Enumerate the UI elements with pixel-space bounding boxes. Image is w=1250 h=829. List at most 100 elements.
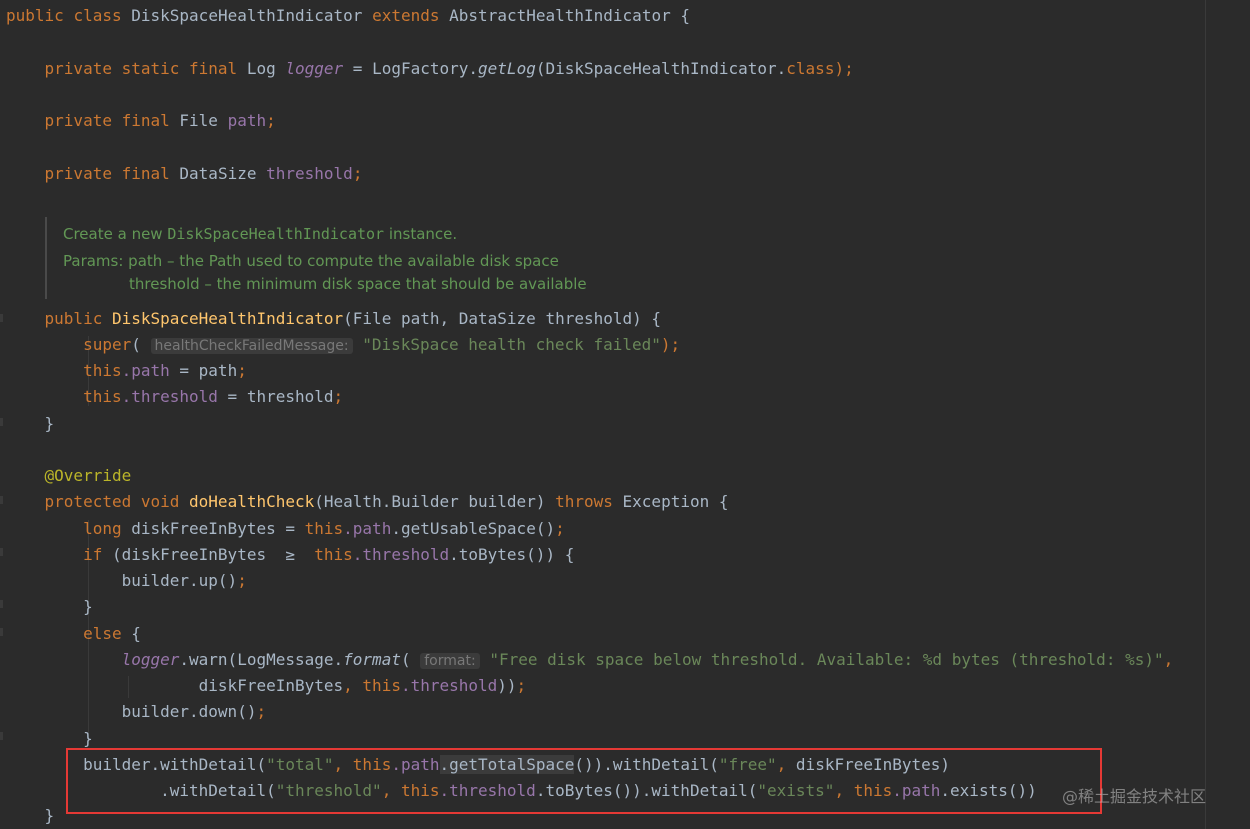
keyword: this xyxy=(304,519,344,538)
punctuation: ; xyxy=(352,164,363,183)
code-text: (diskFreeInBytes ≥ xyxy=(102,545,315,564)
code-line[interactable]: if (diskFreeInBytes ≥ this.threshold.toB… xyxy=(6,545,574,565)
constructor-name: DiskSpaceHealthIndicator xyxy=(111,309,344,328)
javadoc-line: Params: path – the Path used to compute … xyxy=(63,252,559,270)
parent-class: AbstractHealthIndicator { xyxy=(449,6,690,25)
fold-marker[interactable] xyxy=(0,496,3,504)
code-text: .getUsableSpace() xyxy=(391,519,556,538)
code-line[interactable]: this.path = path; xyxy=(6,361,247,381)
brace: } xyxy=(44,414,55,433)
annotation: @Override xyxy=(44,466,132,485)
code-line[interactable]: this.threshold = threshold; xyxy=(6,387,343,407)
field-name: threshold xyxy=(266,164,353,183)
code-line[interactable]: } xyxy=(6,414,55,434)
code-line[interactable]: } xyxy=(6,806,55,826)
javadoc-code: DiskSpaceHealthIndicator xyxy=(167,225,385,243)
code-line[interactable]: private final File path; xyxy=(6,111,276,131)
method-call: format xyxy=(343,650,401,669)
punctuation: , xyxy=(1163,650,1174,669)
keyword: long xyxy=(83,519,122,538)
code-line[interactable]: public class DiskSpaceHealthIndicator ex… xyxy=(6,6,690,26)
code-text: (File path, DataSize threshold) { xyxy=(343,309,662,328)
code-text: (DiskSpaceHealthIndicator. xyxy=(535,59,787,78)
parameter-hint: format: xyxy=(420,653,480,669)
punctuation: ; xyxy=(555,519,565,538)
fold-marker[interactable] xyxy=(0,732,3,740)
keyword: class xyxy=(73,6,122,25)
punctuation: ; xyxy=(237,361,247,380)
code-line[interactable]: } xyxy=(6,597,93,617)
brace: } xyxy=(44,806,55,825)
javadoc-text: Create a new xyxy=(63,225,168,243)
field-name: path xyxy=(227,111,267,130)
string-literal: "Free disk space below threshold. Availa… xyxy=(489,650,1164,669)
code-line[interactable]: long diskFreeInBytes = this.path.getUsab… xyxy=(6,519,565,539)
code-line[interactable]: private final DataSize threshold; xyxy=(6,164,363,184)
code-text: diskFreeInBytes xyxy=(198,676,344,695)
code-line[interactable]: @Override xyxy=(6,466,132,486)
code-editor[interactable]: public class DiskSpaceHealthIndicator ex… xyxy=(0,0,1250,829)
punctuation: ; xyxy=(256,702,267,721)
fold-marker[interactable] xyxy=(0,418,3,426)
code-text: diskFreeInBytes = xyxy=(121,519,305,538)
code-text: (Health.Builder builder) xyxy=(314,492,546,511)
keyword: if xyxy=(83,545,103,564)
punctuation: ; xyxy=(333,387,344,406)
code-text: )) xyxy=(497,676,517,695)
field-ref: .threshold xyxy=(400,676,498,695)
fold-marker[interactable] xyxy=(0,628,3,636)
code-line[interactable]: super( healthCheckFailedMessage: "DiskSp… xyxy=(6,335,680,355)
code-text: .toBytes()) { xyxy=(449,545,575,564)
code-text: = path xyxy=(169,361,238,380)
code-line[interactable]: diskFreeInBytes, this.threshold)); xyxy=(6,676,527,696)
keyword: this xyxy=(362,676,401,695)
modifiers: private final xyxy=(44,111,170,130)
keyword: this xyxy=(83,387,122,406)
field-ref: .path xyxy=(343,519,392,538)
field-ref: .threshold xyxy=(121,387,218,406)
code-line[interactable]: private static final Log logger = LogFac… xyxy=(6,59,854,79)
brace: } xyxy=(83,729,93,748)
right-margin-guide xyxy=(1205,0,1206,829)
parameter-hint: healthCheckFailedMessage: xyxy=(150,338,353,354)
keyword: class xyxy=(786,59,835,78)
field-name: logger xyxy=(285,59,344,78)
code-line[interactable]: builder.down(); xyxy=(6,702,267,722)
code-line[interactable]: } xyxy=(6,729,93,749)
modifiers: protected void xyxy=(44,492,180,511)
punctuation: ); xyxy=(834,59,854,78)
brace: { xyxy=(121,624,141,643)
brace: } xyxy=(83,597,93,616)
code-line[interactable]: logger.warn(LogMessage.format( format: "… xyxy=(6,650,1173,670)
javadoc-line: Create a new DiskSpaceHealthIndicator in… xyxy=(63,224,457,244)
code-line[interactable]: public DiskSpaceHealthIndicator(File pat… xyxy=(6,309,662,329)
keyword: extends xyxy=(372,6,440,25)
javadoc-text: instance. xyxy=(384,225,458,243)
fold-marker[interactable] xyxy=(0,548,3,556)
code-text: .warn(LogMessage. xyxy=(179,650,344,669)
modifiers: private static final xyxy=(44,59,238,78)
code-line[interactable]: protected void doHealthCheck(Health.Buil… xyxy=(6,492,729,512)
highlight-box xyxy=(66,748,1102,814)
field-ref: logger xyxy=(121,650,180,669)
code-line[interactable]: builder.up(); xyxy=(6,571,247,591)
fold-marker[interactable] xyxy=(0,600,3,608)
punctuation: , xyxy=(343,676,363,695)
type: DataSize xyxy=(179,164,257,183)
class-name: DiskSpaceHealthIndicator xyxy=(131,6,363,25)
type: File xyxy=(179,111,218,130)
code-text: builder.up() xyxy=(121,571,238,590)
keyword: public xyxy=(6,6,64,25)
code-line[interactable]: else { xyxy=(6,624,141,644)
field-ref: .threshold xyxy=(352,545,450,564)
type: Log xyxy=(246,59,276,78)
string-literal: "DiskSpace health check failed" xyxy=(362,335,661,354)
keyword: this xyxy=(314,545,353,564)
javadoc-block: Create a new DiskSpaceHealthIndicator in… xyxy=(45,217,607,299)
code-text: ( xyxy=(131,335,141,354)
code-text: builder.down() xyxy=(121,702,257,721)
punctuation: ); xyxy=(660,335,681,354)
fold-marker[interactable] xyxy=(0,314,3,322)
method-name: doHealthCheck xyxy=(189,492,315,511)
punctuation: ; xyxy=(237,571,247,590)
